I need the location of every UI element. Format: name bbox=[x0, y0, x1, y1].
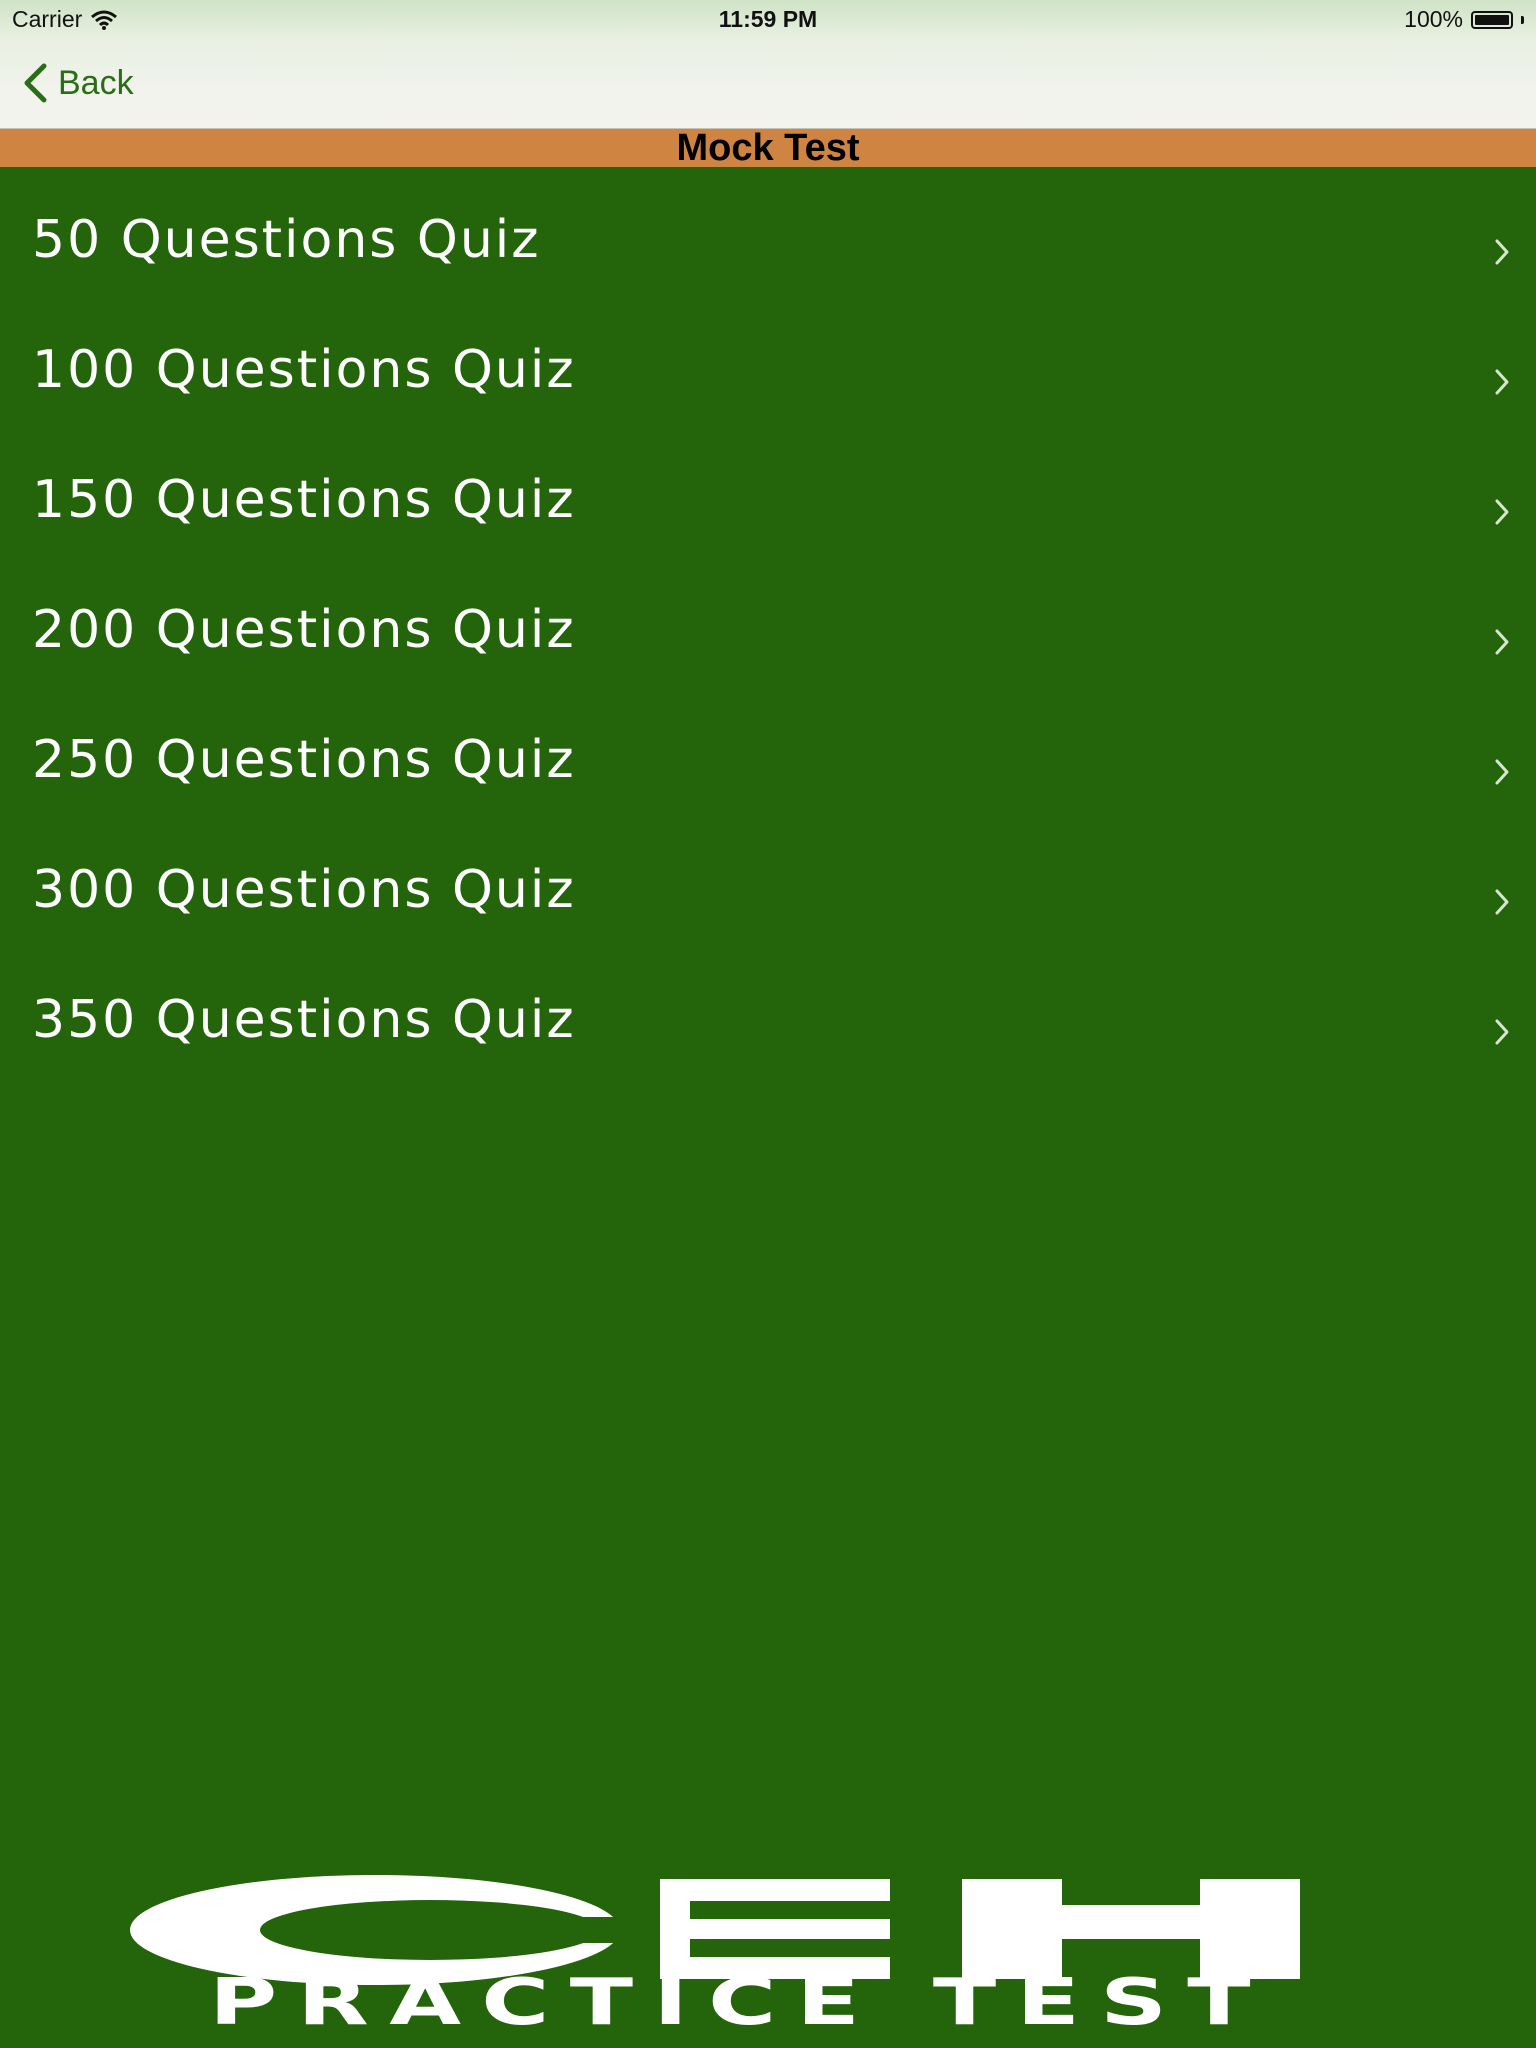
quiz-label: 100 Questions Quiz bbox=[32, 340, 576, 400]
chevron-right-icon bbox=[1495, 889, 1509, 915]
quiz-list: 50 Questions Quiz 100 Questions Quiz 150… bbox=[0, 168, 1536, 1078]
ceh-logo: PRACTICE TEST bbox=[130, 1875, 1350, 2035]
back-label: Back bbox=[58, 63, 134, 102]
chevron-left-icon bbox=[24, 63, 47, 103]
chevron-right-icon bbox=[1495, 239, 1509, 265]
list-item[interactable]: 200 Questions Quiz bbox=[0, 558, 1536, 688]
chevron-right-icon bbox=[1495, 1019, 1509, 1045]
chevron-right-icon bbox=[1495, 369, 1509, 395]
chevron-right-icon bbox=[1495, 499, 1509, 525]
list-item[interactable]: 150 Questions Quiz bbox=[0, 428, 1536, 558]
back-button[interactable]: Back bbox=[22, 62, 134, 104]
page-title: Mock Test bbox=[0, 129, 1536, 167]
status-bar: Carrier 11:59 PM 100% bbox=[0, 0, 1536, 40]
battery-percent: 100% bbox=[1404, 6, 1463, 32]
list-item[interactable]: 250 Questions Quiz bbox=[0, 688, 1536, 818]
quiz-label: 250 Questions Quiz bbox=[32, 730, 576, 790]
battery-fill bbox=[1475, 14, 1509, 25]
list-item[interactable]: 350 Questions Quiz bbox=[0, 948, 1536, 1078]
navigation-header: Carrier 11:59 PM 100% Back bbox=[0, 0, 1536, 129]
list-item[interactable]: 300 Questions Quiz bbox=[0, 818, 1536, 948]
quiz-label: 50 Questions Quiz bbox=[32, 210, 541, 270]
list-item[interactable]: 50 Questions Quiz bbox=[0, 168, 1536, 298]
chevron-right-icon bbox=[1495, 629, 1509, 655]
quiz-label: 200 Questions Quiz bbox=[32, 600, 576, 660]
quiz-label: 350 Questions Quiz bbox=[32, 990, 576, 1050]
quiz-label: 150 Questions Quiz bbox=[32, 470, 576, 530]
logo-subtitle: PRACTICE TEST bbox=[209, 1966, 1271, 2040]
quiz-label: 300 Questions Quiz bbox=[32, 860, 576, 920]
chevron-right-icon bbox=[1495, 759, 1509, 785]
battery-icon bbox=[1471, 10, 1513, 29]
battery-indicator: 100% bbox=[1404, 6, 1524, 33]
list-item[interactable]: 100 Questions Quiz bbox=[0, 298, 1536, 428]
battery-tip bbox=[1521, 15, 1524, 24]
status-time: 11:59 PM bbox=[718, 6, 818, 32]
